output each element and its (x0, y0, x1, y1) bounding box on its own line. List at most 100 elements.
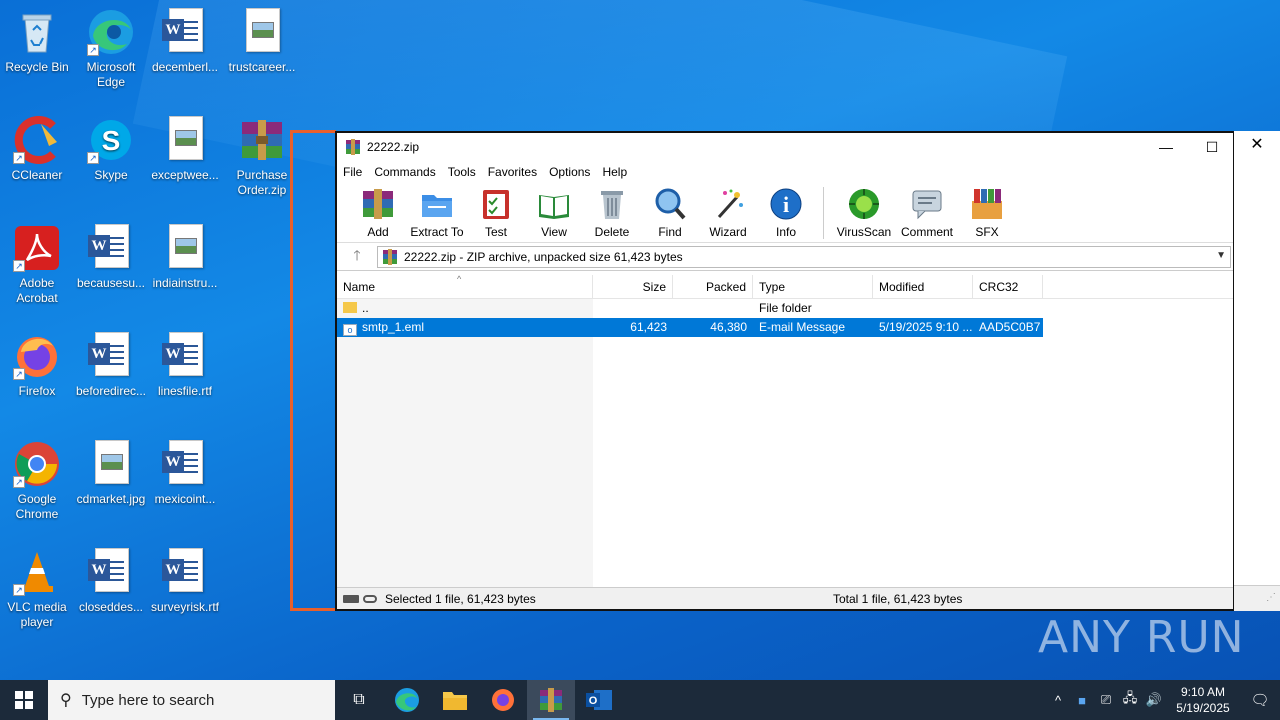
address-field[interactable]: 22222.zip - ZIP archive, unpacked size 6… (377, 245, 1231, 268)
search-placeholder: Type here to search (81, 691, 215, 709)
desktop-icon-vlc[interactable]: ↗ VLC media player (0, 548, 74, 630)
ccleaner-icon: ↗ (13, 116, 61, 164)
desktop-icon-ccleaner[interactable]: ↗ CCleaner (0, 116, 74, 183)
shortcut-arrow-icon: ↗ (13, 476, 25, 488)
wizard-button[interactable]: Wizard (699, 183, 757, 239)
find-button[interactable]: Find (641, 183, 699, 239)
column-name[interactable]: Name ^ (337, 274, 593, 298)
system-tray: ^ ■ ⎚ 🖧 🔊 9:10 AM 5/19/2025 🗨 (1046, 680, 1280, 720)
desktop-icon-purchase-order-zip[interactable]: Purchase Order.zip (225, 116, 299, 198)
folder-icon (343, 302, 357, 313)
word-document-icon: W (161, 332, 209, 380)
taskbar-edge[interactable] (383, 680, 431, 720)
desktop-icon-decemberl[interactable]: W decemberl... (148, 8, 222, 75)
desktop-icon-linesfile[interactable]: W linesfile.rtf (148, 332, 222, 399)
desktop-icon-trustcareer[interactable]: trustcareer... (225, 8, 299, 75)
taskbar-winrar[interactable] (527, 680, 575, 720)
menu-options[interactable]: Options (549, 165, 590, 179)
table-row-selected[interactable]: o smtp_1.eml 61,423 46,380 E-mail Message… (337, 318, 1043, 337)
task-view-button[interactable]: ⧉ (335, 680, 383, 720)
desktop-icon-closeddes[interactable]: W closeddes... (74, 548, 148, 615)
clock[interactable]: 9:10 AM 5/19/2025 (1166, 684, 1240, 716)
column-modified[interactable]: Modified (873, 275, 973, 298)
maximize-icon: ☐ (1205, 139, 1219, 155)
column-packed[interactable]: Packed (673, 275, 753, 298)
desktop-icon-label: surveyrisk.rtf (150, 600, 219, 614)
test-button[interactable]: Test (467, 183, 525, 239)
network-icon[interactable]: 🖧 (1118, 689, 1142, 711)
taskbar-outlook[interactable]: O (575, 680, 623, 720)
maximize-button[interactable]: ☐ (1189, 133, 1235, 161)
menu-help[interactable]: Help (602, 165, 627, 179)
desktop-icon-label: beforedirec... (75, 384, 147, 398)
desktop-icon-label: CCleaner (11, 168, 63, 182)
cell-size: 61,423 (630, 320, 667, 334)
outlook-tray-icon[interactable]: ■ (1070, 693, 1094, 708)
desktop-icon-adobe-acrobat[interactable]: ↗ Adobe Acrobat (0, 224, 74, 306)
word-document-icon: W (161, 440, 209, 488)
desktop-icon-becausesu[interactable]: W becausesu... (74, 224, 148, 291)
desktop-icon-mexicoint[interactable]: W mexicoint... (148, 440, 222, 507)
add-button[interactable]: Add (349, 183, 407, 239)
chrome-icon: ↗ (13, 440, 61, 488)
menu-tools[interactable]: Tools (448, 165, 476, 179)
virusscan-button[interactable]: VirusScan (832, 183, 896, 239)
desktop-icon-exceptwee[interactable]: exceptwee... (148, 116, 222, 183)
desktop-icon-cdmarket[interactable]: cdmarket.jpg (74, 440, 148, 507)
info-button[interactable]: i Info (757, 183, 815, 239)
cell-type: File folder (759, 301, 812, 315)
desktop-icon-microsoft-edge[interactable]: ↗ Microsoft Edge (74, 8, 148, 90)
menu-file[interactable]: File (343, 165, 362, 179)
sfx-label: SFX (975, 225, 999, 239)
table-row-parent-folder[interactable]: .. File folder (337, 299, 1233, 318)
sfx-button[interactable]: SFX (958, 183, 1016, 239)
column-type[interactable]: Type (753, 275, 873, 298)
taskbar-file-explorer[interactable] (431, 680, 479, 720)
start-button[interactable] (0, 680, 48, 720)
cell-name: .. (337, 299, 593, 318)
desktop-icon-label: decemberl... (151, 60, 219, 74)
column-size[interactable]: Size (593, 275, 673, 298)
desktop-icon-google-chrome[interactable]: ↗ Google Chrome (0, 440, 74, 522)
search-icon: ⚲ (60, 692, 72, 709)
desktop-icon-skype[interactable]: S ↗ Skype (74, 116, 148, 183)
chevron-down-icon[interactable]: ▼ (1216, 250, 1226, 261)
sort-arrow-icon: ^ (457, 274, 462, 284)
desktop-icon-label: Google Chrome (15, 492, 59, 521)
extract-to-button[interactable]: Extract To (407, 183, 467, 239)
delete-button[interactable]: Delete (583, 183, 641, 239)
winrar-window: 22222.zip — ☐ File Commands Tools Favori… (335, 131, 1235, 611)
find-label: Find (658, 225, 682, 239)
minimize-button[interactable]: — (1143, 133, 1189, 161)
column-crc32[interactable]: CRC32 (973, 275, 1043, 298)
taskbar-firefox[interactable] (479, 680, 527, 720)
menu-favorites[interactable]: Favorites (488, 165, 537, 179)
desktop-icon-label: Microsoft Edge (86, 60, 136, 89)
comment-button[interactable]: Comment (896, 183, 958, 239)
desktop-icon-label: closeddes... (78, 600, 144, 614)
up-arrow-icon[interactable]: 🡑 (337, 245, 377, 269)
desktop-icon-label: Purchase Order.zip (236, 168, 288, 197)
desktop-icon-label: mexicoint... (154, 492, 216, 506)
close-button[interactable]: ✕ (1234, 131, 1280, 159)
view-button[interactable]: View (525, 183, 583, 239)
image-file-icon (161, 116, 209, 164)
cell-modified (873, 299, 973, 318)
desktop-icon-firefox[interactable]: ↗ Firefox (0, 332, 74, 399)
shortcut-arrow-icon: ↗ (13, 152, 25, 164)
desktop-icon-indiainstru[interactable]: indiainstru... (148, 224, 222, 291)
taskbar-search[interactable]: ⚲ Type here to search (48, 680, 335, 720)
virusscan-label: VirusScan (836, 225, 892, 239)
resize-grip-icon[interactable]: ⋰ (1234, 585, 1280, 611)
desktop-icon-surveyrisk[interactable]: W surveyrisk.rtf (148, 548, 222, 615)
title-bar[interactable]: 22222.zip (337, 133, 1233, 161)
notifications-icon[interactable]: 🗨 (1240, 691, 1280, 709)
network-adapter-icon[interactable]: ⎚ (1094, 692, 1118, 708)
volume-icon[interactable]: 🔊 (1142, 692, 1166, 708)
desktop-icon-recycle-bin[interactable]: Recycle Bin (0, 8, 74, 75)
chevron-up-icon[interactable]: ^ (1046, 693, 1070, 708)
add-archive-icon (361, 187, 395, 221)
desktop-icon-beforedirec[interactable]: W beforedirec... (74, 332, 148, 399)
winrar-app-icon (346, 139, 360, 155)
menu-commands[interactable]: Commands (374, 165, 435, 179)
